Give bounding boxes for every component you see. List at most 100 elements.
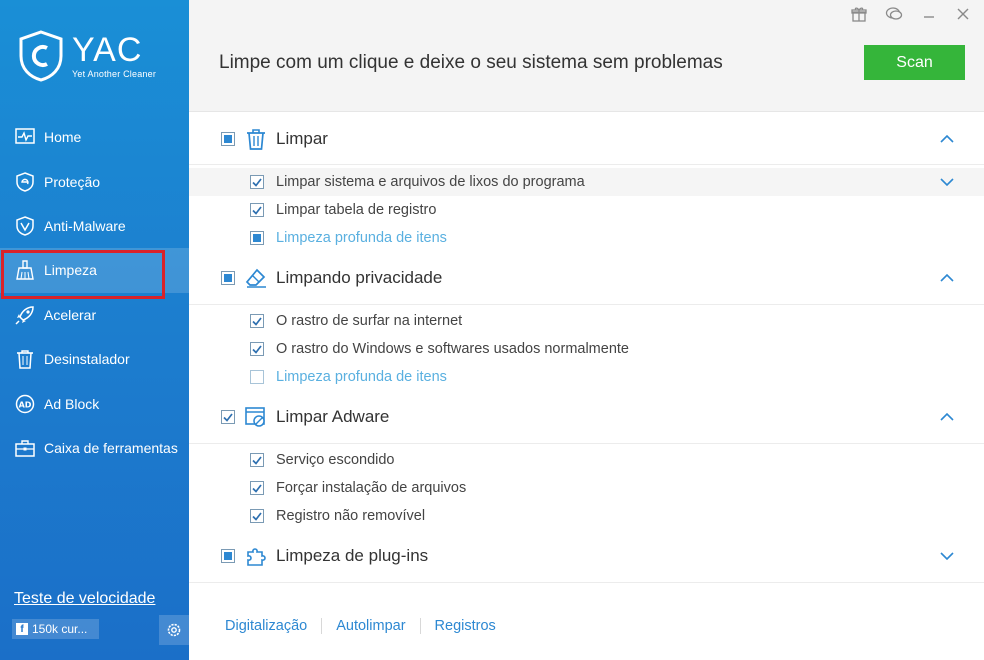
item-label: Limpar tabela de registro	[276, 202, 437, 218]
divider	[189, 164, 984, 165]
adware-window-icon	[245, 406, 267, 428]
sidebar-item-acelerar[interactable]: Acelerar	[0, 293, 189, 337]
sidebar-item-label: Desinstalador	[44, 351, 130, 368]
sidebar: YAC Yet Another Cleaner Home Proteção An…	[0, 0, 189, 660]
category-label: Limpar	[276, 129, 328, 148]
category-limpando-privacidade[interactable]: Limpando privacidade	[189, 253, 984, 303]
footer-tabs: Digitalização Autolimpar Registros	[189, 612, 984, 640]
list-item[interactable]: Limpar sistema e arquivos de lixos do pr…	[189, 168, 984, 196]
page-title: Limpe com um clique e deixe o seu sistem…	[219, 52, 723, 73]
list-item[interactable]: O rastro de surfar na internet	[189, 307, 984, 335]
svg-text:AD: AD	[19, 400, 32, 409]
trash-icon	[245, 128, 267, 150]
list-item[interactable]: Limpeza profunda de itens	[189, 363, 984, 391]
item-label: Limpar sistema e arquivos de lixos do pr…	[276, 174, 585, 190]
sidebar-item-desinstalador[interactable]: Desinstalador	[0, 337, 189, 381]
sidebar-item-label: Anti-Malware	[44, 217, 126, 234]
header: Limpe com um clique e deixe o seu sistem…	[189, 0, 984, 112]
minimize-icon[interactable]	[919, 4, 939, 24]
trash-icon	[14, 348, 36, 370]
item-checkbox[interactable]	[250, 203, 264, 217]
category-label: Limpando privacidade	[276, 268, 443, 287]
list-item[interactable]: Limpeza profunda de itens	[189, 224, 984, 252]
item-checkbox[interactable]	[250, 342, 264, 356]
item-label: O rastro do Windows e softwares usados n…	[276, 341, 629, 357]
sidebar-item-ad-block[interactable]: AD Ad Block	[0, 381, 189, 425]
sidebar-item-label: Acelerar	[44, 306, 97, 323]
shield-e-icon	[14, 171, 36, 193]
speed-test-link[interactable]: Teste de velocidade	[14, 590, 155, 608]
list-item[interactable]: Forçar instalação de arquivos	[189, 474, 984, 502]
deep-clean-link[interactable]: Limpeza profunda de itens	[276, 369, 447, 385]
close-icon[interactable]	[953, 4, 973, 24]
broom-icon	[14, 259, 36, 281]
gift-icon[interactable]	[849, 4, 869, 24]
tab-autolimpar[interactable]: Autolimpar	[322, 618, 421, 634]
sidebar-item-label: Limpeza	[44, 262, 97, 279]
eraser-icon	[245, 267, 267, 289]
item-label: O rastro de surfar na internet	[276, 313, 463, 329]
list-item[interactable]: Limpar tabela de registro	[189, 196, 984, 224]
tab-digitalizacao[interactable]: Digitalização	[189, 618, 323, 634]
category-checkbox[interactable]	[221, 271, 235, 285]
item-checkbox[interactable]	[250, 314, 264, 328]
category-limpar[interactable]: Limpar	[189, 114, 984, 164]
gear-icon	[167, 623, 181, 637]
settings-button[interactable]	[159, 615, 189, 645]
puzzle-icon	[245, 545, 267, 567]
list-item[interactable]: O rastro do Windows e softwares usados n…	[189, 335, 984, 363]
item-label: Registro não removível	[276, 508, 426, 524]
sidebar-item-label: Proteção	[44, 173, 101, 190]
item-checkbox[interactable]	[250, 175, 264, 189]
chevron-down-icon[interactable]	[939, 174, 955, 190]
shield-v-icon	[14, 215, 36, 237]
chevron-up-icon[interactable]	[939, 270, 955, 286]
chevron-up-icon[interactable]	[939, 409, 955, 425]
category-limpar-adware[interactable]: Limpar Adware	[189, 392, 984, 442]
facebook-count: 150k cur...	[32, 622, 88, 636]
list-item[interactable]: Serviço escondido	[189, 446, 984, 474]
divider	[189, 582, 984, 583]
item-label: Serviço escondido	[276, 452, 395, 468]
scan-button[interactable]: Scan	[864, 45, 965, 80]
category-checkbox[interactable]	[221, 549, 235, 563]
item-checkbox[interactable]	[250, 370, 264, 384]
facebook-like-button[interactable]: f 150k cur...	[12, 619, 99, 639]
adblock-icon: AD	[14, 393, 36, 415]
tab-registros[interactable]: Registros	[421, 618, 510, 634]
item-label: Forçar instalação de arquivos	[276, 480, 467, 496]
sidebar-item-label: Caixa de ferramentas	[44, 439, 178, 456]
item-checkbox[interactable]	[250, 231, 264, 245]
category-label: Limpeza de plug-ins	[276, 546, 429, 565]
category-label: Limpar Adware	[276, 407, 390, 426]
item-checkbox[interactable]	[250, 481, 264, 495]
facebook-icon: f	[16, 623, 28, 635]
shield-logo-icon	[19, 30, 63, 82]
app-tagline: Yet Another Cleaner	[72, 69, 157, 79]
sidebar-nav: Home Proteção Anti-Malware Limpeza Acele…	[0, 115, 189, 470]
category-checkbox[interactable]	[221, 132, 235, 146]
rocket-icon	[14, 304, 36, 326]
sidebar-item-limpeza[interactable]: Limpeza	[0, 248, 189, 300]
sidebar-item-protecao[interactable]: Proteção	[0, 159, 189, 203]
chevron-down-icon[interactable]	[939, 548, 955, 564]
item-checkbox[interactable]	[250, 509, 264, 523]
sidebar-item-home[interactable]: Home	[0, 115, 189, 159]
app-logo: YAC Yet Another Cleaner	[18, 30, 156, 82]
category-limpeza-de-plug-ins[interactable]: Limpeza de plug-ins	[189, 531, 984, 581]
app-name: YAC	[72, 31, 143, 69]
item-checkbox[interactable]	[250, 453, 264, 467]
sidebar-item-label: Ad Block	[44, 395, 100, 412]
sidebar-item-label: Home	[44, 129, 82, 146]
deep-clean-link[interactable]: Limpeza profunda de itens	[276, 230, 447, 246]
list-item[interactable]: Registro não removível	[189, 502, 984, 530]
chevron-up-icon[interactable]	[939, 131, 955, 147]
category-checkbox[interactable]	[221, 410, 235, 424]
pulse-monitor-icon	[14, 126, 36, 148]
toolbox-icon	[14, 437, 36, 459]
divider	[189, 304, 984, 305]
feedback-icon[interactable]	[884, 4, 904, 24]
sidebar-item-caixa-de-ferramentas[interactable]: Caixa de ferramentas	[0, 426, 189, 470]
sidebar-item-anti-malware[interactable]: Anti-Malware	[0, 204, 189, 248]
divider	[189, 443, 984, 444]
